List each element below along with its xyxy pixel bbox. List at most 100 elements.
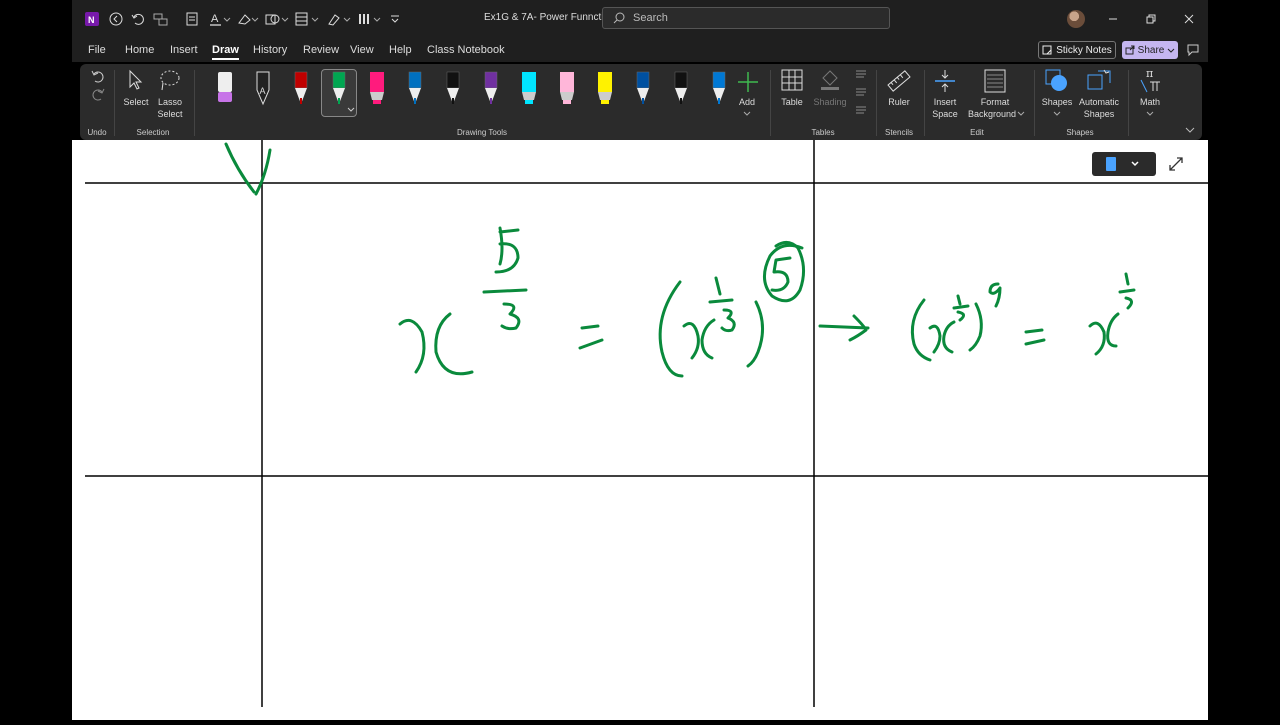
math-pi-icon: π bbox=[1140, 67, 1160, 93]
format-painter-icon[interactable] bbox=[152, 10, 172, 28]
pen-icon bbox=[560, 72, 574, 104]
tab-file[interactable]: File bbox=[88, 44, 106, 56]
undo-arrow-icon bbox=[91, 70, 104, 83]
pen-7[interactable] bbox=[436, 70, 470, 116]
shading-button[interactable] bbox=[818, 68, 842, 92]
tab-history[interactable]: History bbox=[253, 44, 287, 56]
ink-x-small bbox=[942, 320, 956, 354]
table-label: Table bbox=[781, 97, 803, 107]
ink-equals bbox=[1024, 328, 1044, 334]
ribbon-collapse-chevron-icon[interactable] bbox=[1184, 126, 1196, 134]
separator bbox=[194, 70, 195, 136]
table-button[interactable] bbox=[780, 68, 804, 92]
pen-icon bbox=[674, 71, 688, 104]
lined-page-icon bbox=[984, 69, 1006, 93]
search-box[interactable]: Search bbox=[602, 7, 890, 29]
pen-14[interactable] bbox=[702, 70, 736, 116]
restore-icon[interactable] bbox=[1142, 10, 1160, 28]
math-label: Math bbox=[1139, 97, 1161, 107]
table-align-icons[interactable] bbox=[854, 68, 868, 122]
math-button[interactable]: π bbox=[1138, 66, 1164, 94]
redo-button[interactable] bbox=[90, 86, 106, 107]
pen-icon bbox=[408, 71, 422, 104]
sticky-note-icon bbox=[1042, 45, 1052, 55]
highlighter-icon[interactable] bbox=[326, 10, 352, 28]
search-placeholder: Search bbox=[633, 12, 668, 24]
tab-view[interactable]: View bbox=[350, 44, 374, 56]
insert-space-label-2: Space bbox=[932, 109, 958, 119]
shapes-label: Shapes bbox=[1041, 97, 1073, 107]
auto-shapes-icon bbox=[1087, 69, 1111, 90]
separator bbox=[770, 70, 771, 136]
sticky-notes-button[interactable]: Sticky Notes bbox=[1038, 41, 1116, 59]
minimize-icon[interactable] bbox=[1104, 10, 1122, 28]
select-label: Select bbox=[123, 97, 149, 107]
pointer-icon bbox=[129, 69, 143, 90]
tab-draw[interactable]: Draw bbox=[212, 44, 239, 60]
columns-icon[interactable] bbox=[356, 10, 382, 28]
separator bbox=[114, 70, 115, 136]
tab-class-notebook[interactable]: Class Notebook bbox=[427, 44, 505, 56]
back-icon[interactable] bbox=[108, 10, 124, 28]
automatic-shapes-button[interactable] bbox=[1086, 68, 1112, 94]
pen-icon bbox=[218, 72, 232, 102]
ink-x-small bbox=[1106, 312, 1120, 348]
chevron-down-icon bbox=[1053, 111, 1061, 116]
table-grid-icon bbox=[781, 69, 803, 91]
pen-4[interactable] bbox=[321, 69, 357, 117]
pen-5[interactable] bbox=[360, 70, 394, 116]
ink-equals bbox=[578, 338, 604, 350]
align-icon bbox=[856, 70, 866, 114]
pen-1[interactable] bbox=[208, 70, 242, 116]
text-color-icon[interactable]: A bbox=[208, 10, 232, 28]
pen-icon bbox=[636, 71, 650, 104]
chevron-down-icon bbox=[1146, 111, 1154, 116]
pen-9[interactable] bbox=[512, 70, 546, 116]
close-icon[interactable] bbox=[1180, 10, 1198, 28]
pen-3[interactable] bbox=[284, 70, 318, 116]
ink-digit-5 bbox=[494, 226, 520, 274]
page-icon[interactable] bbox=[184, 10, 200, 28]
onenote-logo-icon: N bbox=[84, 10, 100, 28]
tab-review[interactable]: Review bbox=[303, 44, 339, 56]
paint-bucket-icon bbox=[821, 70, 839, 90]
format-background-button[interactable] bbox=[982, 68, 1008, 94]
share-label: Share bbox=[1137, 44, 1165, 56]
insert-space-button[interactable] bbox=[932, 68, 958, 94]
ink-equals bbox=[580, 324, 600, 330]
table-icon[interactable] bbox=[294, 10, 320, 28]
ink-x-small bbox=[928, 324, 942, 354]
group-label-shapes: Shapes bbox=[1066, 128, 1094, 137]
pen-2[interactable]: A bbox=[246, 70, 280, 116]
lasso-select-button[interactable] bbox=[158, 68, 182, 92]
feedback-icon[interactable] bbox=[1185, 42, 1201, 58]
shapes-button[interactable] bbox=[1044, 68, 1070, 94]
customize-toolbar-icon[interactable] bbox=[388, 10, 402, 28]
tab-home[interactable]: Home bbox=[125, 44, 154, 56]
pen-10[interactable] bbox=[550, 70, 584, 116]
user-avatar[interactable] bbox=[1067, 10, 1085, 28]
select-button[interactable] bbox=[124, 68, 148, 92]
pen-icon bbox=[332, 71, 355, 112]
tab-insert[interactable]: Insert bbox=[170, 44, 198, 56]
tab-help[interactable]: Help bbox=[389, 44, 412, 56]
shapes-icon[interactable] bbox=[264, 10, 290, 28]
group-label-stencils: Stencils bbox=[884, 128, 914, 137]
ruler-button[interactable] bbox=[886, 68, 912, 94]
erase-format-icon[interactable] bbox=[236, 10, 260, 28]
pen-icon bbox=[712, 71, 726, 104]
shapes-gallery-icon bbox=[1045, 69, 1067, 91]
insert-space-label-1: Insert bbox=[933, 97, 957, 107]
pen-8[interactable] bbox=[474, 70, 508, 116]
pen-11[interactable] bbox=[588, 70, 622, 116]
pen-13[interactable] bbox=[664, 70, 698, 116]
add-pen-button[interactable] bbox=[736, 70, 760, 94]
share-button[interactable]: Share bbox=[1122, 41, 1178, 59]
notebook-switcher-button[interactable] bbox=[1092, 152, 1156, 176]
pen-icon bbox=[370, 72, 384, 104]
page-canvas[interactable] bbox=[72, 140, 1208, 720]
pen-6[interactable] bbox=[398, 70, 432, 116]
expand-icon[interactable] bbox=[1168, 156, 1184, 172]
undo-icon[interactable] bbox=[130, 10, 146, 28]
pen-12[interactable] bbox=[626, 70, 660, 116]
